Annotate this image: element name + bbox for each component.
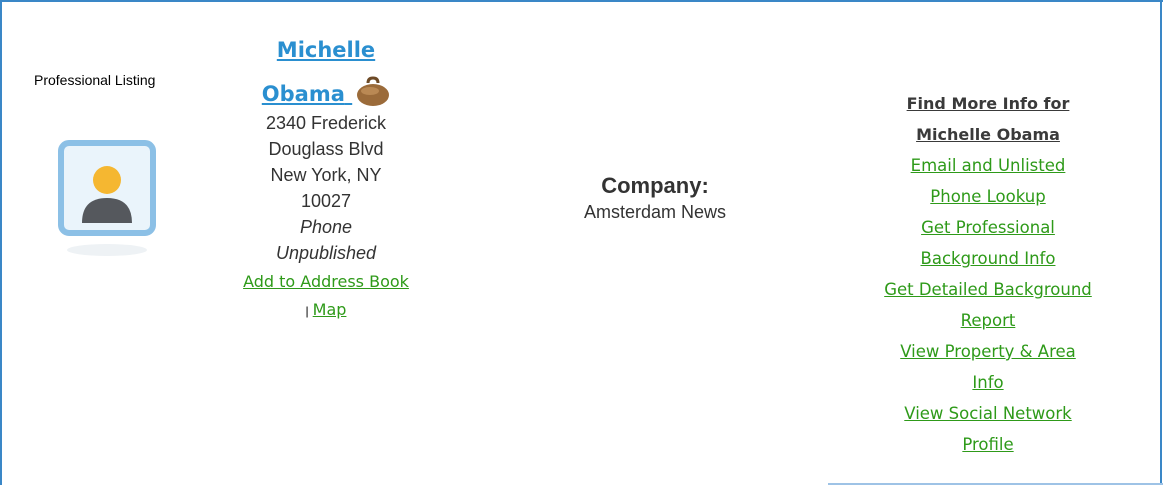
person-last-name: Obama (261, 82, 345, 106)
listing-type-label: Professional Listing (34, 72, 156, 88)
find-more-links: Email and Unlisted Phone Lookup Get Prof… (858, 150, 1118, 460)
professional-background-link[interactable]: Get Professional Background Info (858, 212, 1118, 274)
default-user-avatar-icon (58, 140, 156, 256)
address-line-3: New York, NY (270, 165, 382, 185)
find-more-heading-line-2: Michelle Obama (916, 125, 1060, 144)
add-to-address-book-link[interactable]: Add to Address Book (225, 268, 427, 296)
person-name-link[interactable]: Michelle Obama (225, 28, 427, 116)
property-area-info-link[interactable]: View Property & Area Info (858, 336, 1118, 398)
detailed-background-report-link[interactable]: Get Detailed Background Report (858, 274, 1118, 336)
phone-status-line-2: Unpublished (275, 243, 377, 263)
social-network-profile-link[interactable]: View Social Network Profile (858, 398, 1118, 460)
link-line: Get Detailed Background (884, 280, 1092, 299)
find-more-info-column: Find More Info for Michelle Obama Email … (858, 88, 1118, 460)
link-line: Report (960, 311, 1016, 330)
company-label: Company: (601, 173, 709, 198)
separator: | (305, 304, 309, 318)
phone-status-line-1: Phone (299, 217, 353, 237)
link-line: View Property & Area (900, 342, 1076, 361)
company-name: Amsterdam News (583, 202, 727, 222)
link-line: Email and Unlisted (910, 156, 1066, 175)
map-link[interactable]: Map (313, 300, 347, 319)
person-last-name-row: Obama (225, 72, 427, 116)
link-line: Background Info (920, 249, 1056, 268)
link-line: Profile (962, 435, 1014, 454)
address-line-2: Douglass Blvd (268, 139, 384, 159)
briefcase-icon (357, 76, 390, 106)
address-line-4: 10027 (300, 191, 352, 211)
find-more-heading-line-1: Find More Info for (906, 94, 1070, 113)
person-details-column: Michelle Obama 2340 Frederick Douglass B… (225, 28, 427, 325)
company-column: Company: Amsterdam News (540, 172, 770, 224)
frame-top-border (0, 0, 1163, 2)
link-line: Get Professional (921, 218, 1055, 237)
find-more-info-heading[interactable]: Find More Info for Michelle Obama (858, 88, 1118, 150)
map-row: | Map (225, 296, 427, 325)
link-line: Info (972, 373, 1004, 392)
link-line: Phone Lookup (930, 187, 1046, 206)
link-line: View Social Network (904, 404, 1072, 423)
person-first-name: Michelle (276, 38, 376, 62)
frame-left-border (0, 0, 2, 485)
frame-right-border (1160, 0, 1162, 485)
email-unlisted-phone-link[interactable]: Email and Unlisted Phone Lookup (858, 150, 1118, 212)
